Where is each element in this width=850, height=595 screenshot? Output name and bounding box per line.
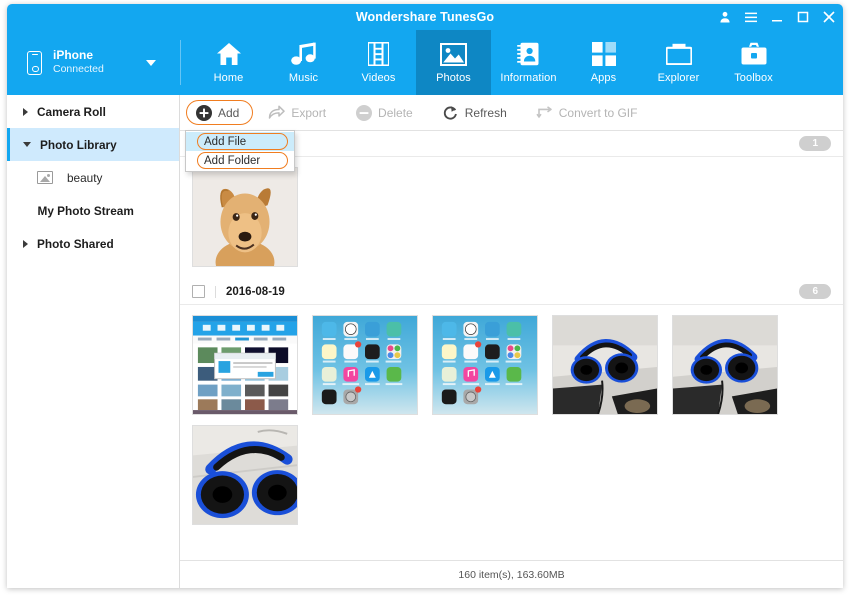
sidebar-item-camera-roll[interactable]: Camera Roll bbox=[7, 95, 179, 128]
group-count-badge: 6 bbox=[799, 284, 831, 299]
nav-tab-videos[interactable]: Videos bbox=[341, 30, 416, 95]
nav-tab-label: Explorer bbox=[658, 72, 700, 84]
nav-tab-label: Photos bbox=[436, 72, 471, 84]
export-button[interactable]: Export bbox=[259, 100, 340, 125]
nav-tab-information[interactable]: Information bbox=[491, 30, 566, 95]
nav-tab-label: Toolbox bbox=[734, 72, 773, 84]
sidebar: Camera Roll Photo Library beauty My Phot… bbox=[7, 95, 180, 588]
nav-tab-label: Apps bbox=[591, 72, 616, 84]
phone-icon bbox=[27, 51, 42, 75]
window-controls bbox=[718, 4, 835, 30]
contact-book-icon bbox=[517, 41, 541, 67]
nav-tab-label: Information bbox=[500, 72, 556, 84]
sidebar-item-label: Photo Library bbox=[40, 138, 117, 152]
sidebar-item-photo-library[interactable]: Photo Library bbox=[7, 128, 179, 161]
convert-gif-icon bbox=[536, 104, 553, 121]
menu-item-label: Add Folder bbox=[204, 155, 260, 167]
divider bbox=[215, 286, 216, 298]
nav-tab-home[interactable]: Home bbox=[191, 30, 266, 95]
device-name: iPhone bbox=[53, 48, 104, 63]
status-text: 160 item(s), 163.60MB bbox=[458, 569, 564, 581]
sidebar-item-beauty[interactable]: beauty bbox=[7, 161, 179, 194]
menu-item-label: Add File bbox=[204, 136, 246, 148]
sidebar-item-label: Camera Roll bbox=[37, 105, 106, 119]
home-icon bbox=[216, 41, 242, 67]
menu-item-add-file[interactable]: Add File bbox=[186, 132, 294, 151]
folder-icon bbox=[666, 41, 692, 67]
film-strip-icon bbox=[368, 41, 389, 67]
chevron-right-icon bbox=[23, 108, 28, 116]
thumbnail-grid bbox=[180, 157, 843, 267]
status-bar: 160 item(s), 163.60MB bbox=[180, 560, 843, 588]
account-icon[interactable] bbox=[718, 9, 731, 25]
nav-tab-label: Videos bbox=[361, 72, 395, 84]
toolbar-button-label: Export bbox=[291, 106, 326, 120]
group-select-checkbox[interactable] bbox=[192, 285, 205, 298]
chevron-right-icon bbox=[23, 240, 28, 248]
convert-to-gif-button[interactable]: Convert to GIF bbox=[527, 100, 652, 125]
sidebar-item-my-photo-stream[interactable]: My Photo Stream bbox=[7, 194, 179, 227]
nav-tab-apps[interactable]: Apps bbox=[566, 30, 641, 95]
device-status: Connected bbox=[53, 63, 104, 76]
export-arrow-icon bbox=[268, 104, 285, 121]
chevron-down-icon[interactable] bbox=[146, 60, 156, 66]
action-toolbar: Add Export Delete Refresh Convert to GIF bbox=[180, 95, 843, 131]
photo-content-area: 1 bbox=[180, 131, 843, 560]
nav-items: Home Music Videos Photos bbox=[191, 30, 791, 95]
thumbnail-grid bbox=[180, 305, 843, 525]
nav-tab-toolbox[interactable]: Toolbox bbox=[716, 30, 791, 95]
plus-circle-icon bbox=[195, 104, 212, 121]
nav-tab-explorer[interactable]: Explorer bbox=[641, 30, 716, 95]
sidebar-item-photo-shared[interactable]: Photo Shared bbox=[7, 227, 179, 260]
group-title: 2016-08-19 bbox=[226, 286, 285, 298]
refresh-button[interactable]: Refresh bbox=[433, 100, 521, 125]
sidebar-item-label: beauty bbox=[67, 171, 102, 185]
photo-headphones-2[interactable] bbox=[672, 315, 778, 415]
maximize-button[interactable] bbox=[796, 9, 809, 25]
title-bar: Wondershare TunesGo bbox=[7, 4, 843, 30]
group-header: 2016-08-19 6 bbox=[180, 279, 843, 305]
toolbar-button-label: Delete bbox=[378, 106, 413, 120]
menu-item-add-folder[interactable]: Add Folder bbox=[186, 151, 294, 170]
sidebar-item-label: Photo Shared bbox=[37, 237, 114, 251]
add-dropdown-menu: Add File Add Folder bbox=[185, 130, 295, 172]
delete-button[interactable]: Delete bbox=[346, 100, 427, 125]
photo-headphones-3[interactable] bbox=[192, 425, 298, 525]
nav-tab-label: Home bbox=[214, 72, 244, 84]
nav-tab-music[interactable]: Music bbox=[266, 30, 341, 95]
nav-tab-photos[interactable]: Photos bbox=[416, 30, 491, 95]
photo-headphones-1[interactable] bbox=[552, 315, 658, 415]
window-title: Wondershare TunesGo bbox=[356, 10, 494, 24]
chevron-down-icon bbox=[23, 142, 31, 147]
group-count-badge: 1 bbox=[799, 136, 831, 151]
photo-icon bbox=[440, 41, 467, 67]
briefcase-icon bbox=[741, 41, 767, 67]
toolbar-button-label: Refresh bbox=[465, 106, 507, 120]
photo-app-screenshot[interactable] bbox=[192, 315, 298, 415]
photo-ios-home-2[interactable] bbox=[432, 315, 538, 415]
add-button[interactable]: Add bbox=[186, 100, 253, 125]
minus-circle-icon bbox=[355, 104, 372, 121]
toolbar-button-label: Add bbox=[218, 106, 239, 120]
main-navigation-bar: iPhone Connected Home Music bbox=[7, 30, 843, 95]
device-info: iPhone Connected bbox=[53, 48, 104, 76]
image-icon bbox=[37, 171, 53, 184]
minimize-button[interactable] bbox=[770, 9, 783, 25]
toolbar-button-label: Convert to GIF bbox=[559, 106, 638, 120]
grid-squares-icon bbox=[592, 41, 616, 67]
device-selector[interactable]: iPhone Connected bbox=[7, 30, 181, 95]
music-note-icon bbox=[291, 41, 316, 67]
refresh-icon bbox=[442, 104, 459, 121]
photo-ios-home-1[interactable] bbox=[312, 315, 418, 415]
menu-icon[interactable] bbox=[744, 9, 757, 25]
photo-dog[interactable] bbox=[192, 167, 298, 267]
sidebar-item-label: My Photo Stream bbox=[38, 204, 134, 218]
close-button[interactable] bbox=[822, 9, 835, 25]
application-window: Wondershare TunesGo iPhone Co bbox=[0, 0, 850, 595]
nav-tab-label: Music bbox=[289, 72, 318, 84]
